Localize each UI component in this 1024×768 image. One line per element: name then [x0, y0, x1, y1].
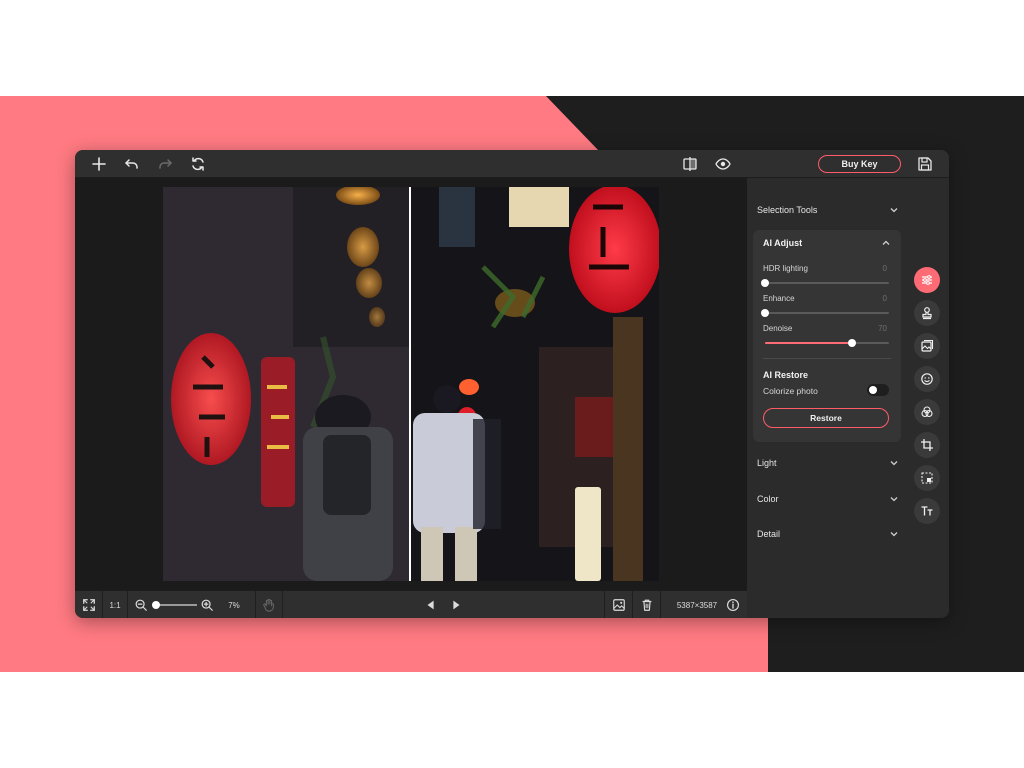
section-label: Color	[757, 494, 779, 504]
adjust-sliders-icon[interactable]	[914, 267, 940, 293]
zoom-percent: 7%	[228, 600, 240, 610]
image-canvas[interactable]	[75, 178, 747, 590]
denoise-slider[interactable]	[765, 339, 889, 347]
section-label: Selection Tools	[757, 205, 818, 215]
slider-knob[interactable]	[761, 279, 769, 287]
section-label: Light	[757, 458, 777, 468]
enhance-slider[interactable]	[761, 309, 889, 317]
compare-split-icon[interactable]	[681, 155, 699, 173]
card-divider	[763, 358, 891, 359]
face-icon[interactable]	[914, 366, 940, 392]
reset-icon[interactable]	[189, 155, 207, 173]
toggle-knob	[869, 386, 877, 394]
slider-label: Denoise	[763, 324, 793, 333]
fit-screen-icon[interactable]	[75, 591, 102, 618]
text-icon[interactable]	[914, 498, 940, 524]
ai-adjust-title: AI Adjust	[763, 238, 803, 248]
colorize-photo-label: Colorize photo	[763, 386, 818, 396]
slider-label: HDR lighting	[763, 264, 808, 273]
slider-knob[interactable]	[761, 309, 769, 317]
save-icon[interactable]	[916, 155, 934, 173]
bottom-toolbar: 1:1 7% 5387×3587	[75, 590, 747, 618]
top-toolbar: Buy Key	[75, 150, 949, 178]
image-dimensions: 5387×3587	[676, 600, 718, 610]
zoom-slider-track[interactable]	[157, 604, 197, 606]
section-color[interactable]: Color	[757, 489, 899, 509]
photo-preview[interactable]	[163, 187, 659, 581]
restore-button[interactable]: Restore	[763, 408, 889, 428]
slider-value: 0	[882, 294, 887, 303]
prev-image-icon[interactable]	[423, 591, 439, 618]
zoom-slider-knob[interactable]	[152, 601, 160, 609]
add-icon[interactable]	[90, 155, 108, 173]
section-detail[interactable]: Detail	[757, 524, 899, 544]
slider-fill	[765, 342, 852, 344]
tool-rail	[905, 178, 949, 618]
info-icon[interactable]	[725, 591, 741, 618]
alley-photo-image	[163, 187, 659, 581]
ai-adjust-card: AI Adjust HDR lighting 0 Enhance 0 Denoi…	[753, 230, 901, 442]
adjustments-panel: Selection Tools AI Adjust HDR lighting 0	[747, 178, 905, 618]
undo-icon[interactable]	[123, 155, 141, 173]
zoom-in-icon[interactable]	[199, 591, 215, 618]
select-area-icon[interactable]	[914, 465, 940, 491]
hand-icon[interactable]	[256, 591, 282, 618]
slider-label: Enhance	[763, 294, 795, 303]
bottom-divider	[660, 591, 661, 618]
hdr-lighting-slider[interactable]	[761, 279, 889, 287]
slider-knob[interactable]	[847, 339, 856, 347]
preview-eye-icon[interactable]	[714, 155, 732, 173]
chevron-down-icon	[890, 208, 898, 213]
denoise-label-row: Denoise 70	[763, 324, 887, 333]
image-icon[interactable]	[605, 591, 632, 618]
image-replace-icon[interactable]	[914, 333, 940, 359]
enhance-label-row: Enhance 0	[763, 294, 887, 303]
compare-split-line[interactable]	[409, 187, 411, 581]
buy-key-button[interactable]: Buy Key	[818, 155, 901, 173]
ratio-1to1-button[interactable]: 1:1	[103, 591, 127, 618]
chevron-up-icon	[882, 240, 890, 245]
slider-value: 0	[882, 264, 887, 273]
zoom-out-icon[interactable]	[133, 591, 149, 618]
bottom-divider	[127, 591, 128, 618]
ai-adjust-header[interactable]: AI Adjust	[763, 238, 891, 248]
blend-circles-icon[interactable]	[914, 399, 940, 425]
stamp-icon[interactable]	[914, 300, 940, 326]
chevron-down-icon	[890, 461, 898, 466]
hdr-lighting-label-row: HDR lighting 0	[763, 264, 887, 273]
slider-value: 70	[878, 324, 887, 333]
promo-background: Buy Key 1:1 7% 5387×3587 Selection Tools…	[0, 0, 1024, 768]
section-selection-tools[interactable]: Selection Tools	[757, 200, 899, 220]
next-image-icon[interactable]	[448, 591, 464, 618]
redo-icon[interactable]	[156, 155, 174, 173]
chevron-down-icon	[890, 532, 898, 537]
section-light[interactable]: Light	[757, 453, 899, 473]
trash-icon[interactable]	[633, 591, 660, 618]
bottom-divider	[282, 591, 283, 618]
chevron-down-icon	[890, 497, 898, 502]
crop-icon[interactable]	[914, 432, 940, 458]
section-label: Detail	[757, 529, 781, 539]
editor-window: Buy Key 1:1 7% 5387×3587 Selection Tools…	[75, 150, 949, 618]
colorize-photo-toggle[interactable]	[867, 384, 889, 396]
ai-restore-title: AI Restore	[763, 370, 809, 380]
